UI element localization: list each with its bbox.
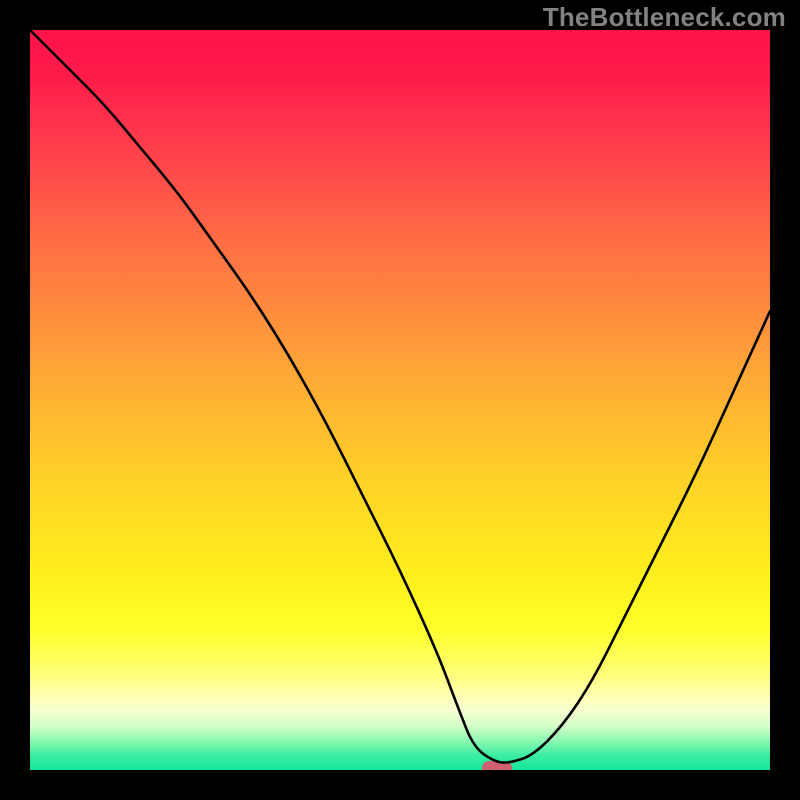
curve-path bbox=[30, 30, 770, 763]
plot-area bbox=[30, 30, 770, 770]
bottleneck-curve bbox=[30, 30, 770, 770]
watermark-text: TheBottleneck.com bbox=[543, 2, 786, 33]
chart-frame: TheBottleneck.com bbox=[0, 0, 800, 800]
